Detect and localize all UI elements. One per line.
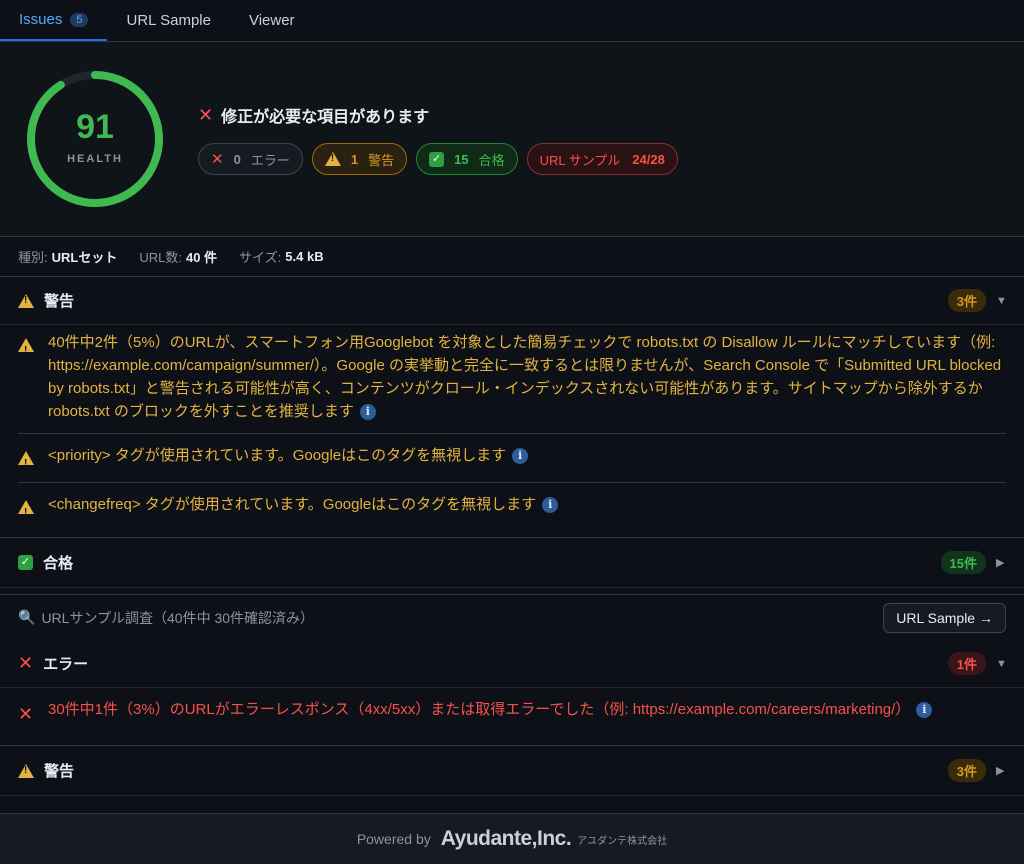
url-sample-header: 🔍 URLサンプル調査（40件中 30件確認済み） URL Sample → [0,594,1024,640]
info-icon[interactable]: i [916,702,933,719]
chevron-right-icon[interactable]: ▶ [996,764,1006,777]
warning-icon [18,338,34,362]
brand-corp: アユダンテ株式会社 [577,835,668,847]
error-count: 0 [233,151,241,167]
url-sample-button[interactable]: URL Sample → [883,602,1006,633]
error-item: ✕ 30件中1件（3%）のURLがエラーレスポンス（4xx/5xx）または取得エ… [18,688,1006,737]
tab-bar: Issues 5 URL Sample Viewer [0,0,1024,42]
brand-logo[interactable]: Ayudante,Inc. [441,827,572,851]
warning-item: 40件中2件（5%）のURLが、スマートフォン用Googlebot を対象とした… [18,325,1006,434]
passed-count: 15件 [940,551,986,574]
pass-pill[interactable]: ✓ 15 合格 [416,143,518,175]
pass-count: 15 [454,151,469,167]
tab-issues[interactable]: Issues 5 [0,0,108,41]
check-icon: ✓ [18,555,33,570]
warnings-list: 40件中2件（5%）のURLが、スマートフォン用Googlebot を対象とした… [0,325,1024,538]
warnings-section-header[interactable]: 警告 3件 ▼ [0,277,1024,325]
error-label: エラー [250,152,290,168]
health-score: 91 [76,108,114,146]
tab-issues-label: Issues [19,11,63,28]
x-icon: ✕ [18,704,34,724]
tab-viewer-label: Viewer [248,12,295,29]
warning-icon [18,451,34,475]
health-label: HEALTH [67,153,123,165]
url-sample-pill[interactable]: URL サンプル 24/28 [526,143,678,175]
check-icon: ✓ [429,151,445,167]
size-key: サイズ: [239,250,282,265]
url-sample-title: URLサンプル調査（40件中 30件確認済み） [41,609,315,626]
warning-text: 40件中2件（5%）のURLが、スマートフォン用Googlebot を対象とした… [48,334,1002,420]
issues-count-badge: 5 [70,12,89,27]
passed-title: 合格 [43,555,74,572]
count-key: URL数: [139,250,182,265]
pass-label: 合格 [478,152,505,168]
warning-pill[interactable]: 1 警告 [311,143,408,175]
sitemap-meta: 種別: URLセット URL数: 40 件 サイズ: 5.4 kB [0,237,1024,277]
warning-icon [18,500,34,524]
url-sample-label: URL サンプル [539,152,621,168]
warning-label: 警告 [368,152,395,168]
tab-url-sample[interactable]: URL Sample [107,0,229,41]
tab-viewer[interactable]: Viewer [230,0,314,41]
warning-item: <priority> タグが使用されています。Googleはこのタグを無視します… [18,434,1006,483]
x-icon: ✕ [211,151,224,168]
errors-count: 1件 [947,652,986,675]
warnings-title: 警告 [44,293,75,310]
size-value: 5.4 kB [285,249,324,264]
warning-icon [18,293,34,308]
sample-warnings-count: 3件 [947,759,986,782]
health-title: ✕ 修正が必要な項目があります [198,103,678,127]
health-title-text: 修正が必要な項目があります [221,109,430,126]
health-gauge: 91 HEALTH [24,68,166,210]
warning-item: <changefreq> タグが使用されています。Googleはこのタグを無視し… [18,483,1006,531]
chevron-down-icon[interactable]: ▼ [996,295,1007,307]
sample-warnings-title: 警告 [44,763,75,780]
tab-url-sample-label: URL Sample [126,12,211,29]
warnings-count: 3件 [947,289,986,312]
info-icon[interactable]: i [542,497,559,514]
url-sample-value: 24/28 [632,151,665,167]
errors-title: エラー [43,656,89,673]
errors-section-header[interactable]: ✕ エラー 1件 ▼ [0,640,1024,688]
warning-text: <changefreq> タグが使用されています。Googleはこのタグを無視し… [48,496,537,513]
x-icon: ✕ [198,104,214,125]
warning-text: <priority> タグが使用されています。Googleはこのタグを無視します [48,447,507,464]
type-value: URLセット [51,250,118,265]
chevron-down-icon[interactable]: ▼ [996,658,1007,670]
health-summary: 91 HEALTH ✕ 修正が必要な項目があります ✕ 0 エラー 1 警告 ✓… [0,42,1024,237]
magnifier-icon: 🔍 [18,609,36,625]
count-value: 40 件 [185,250,218,265]
error-pill[interactable]: ✕ 0 エラー [198,143,303,175]
passed-section-header[interactable]: ✓ 合格 15件 ▶ [0,538,1024,588]
powered-by: Powered by [356,831,431,847]
chevron-right-icon[interactable]: ▶ [996,556,1006,569]
warning-icon [324,152,341,166]
warning-count: 1 [350,151,359,167]
footer: Powered by Ayudante,Inc. アユダンテ株式会社 [0,813,1024,864]
x-icon: ✕ [18,653,34,673]
type-key: 種別: [18,250,48,265]
warning-icon [18,763,34,778]
errors-list: ✕ 30件中1件（3%）のURLがエラーレスポンス（4xx/5xx）または取得エ… [0,688,1024,746]
info-icon[interactable]: i [359,404,376,421]
sample-warnings-section-header[interactable]: 警告 3件 ▶ [0,746,1024,796]
info-icon[interactable]: i [512,448,529,465]
error-text: 30件中1件（3%）のURLがエラーレスポンス（4xx/5xx）または取得エラー… [48,701,911,718]
